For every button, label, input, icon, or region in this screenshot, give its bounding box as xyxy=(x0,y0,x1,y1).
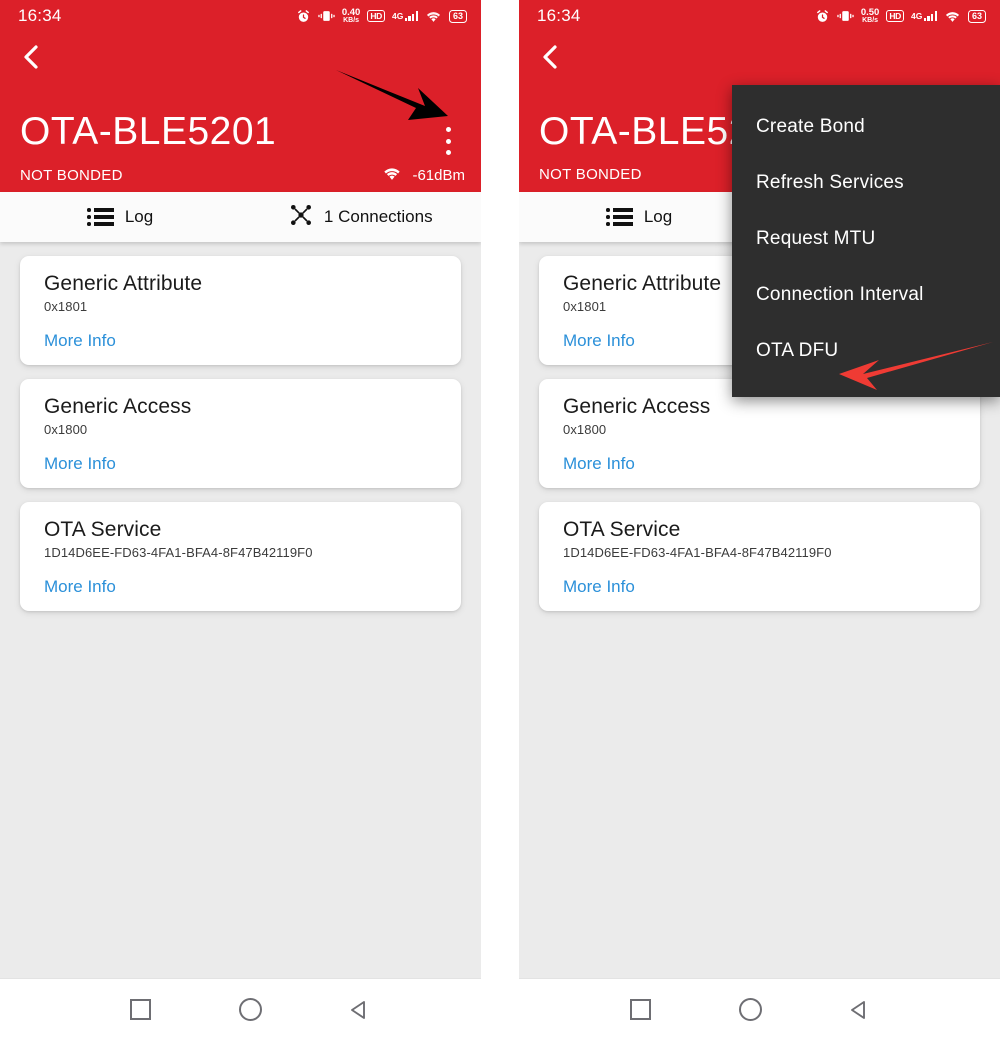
tab-log-label: Log xyxy=(643,207,673,226)
battery-icon: 63 xyxy=(967,9,986,23)
tab-log-label: Log xyxy=(124,207,154,226)
status-bar-left: 16:34 0.40 KB/s HD 4G 63 xyxy=(0,0,481,32)
status-bar-right: 16:34 0.50 KB/s HD 4G 63 xyxy=(519,0,1000,32)
service-card[interactable]: Generic Attribute 0x1801 More Info xyxy=(20,256,461,365)
signal-bars xyxy=(404,11,418,21)
recents-button[interactable] xyxy=(618,988,662,1032)
wifi-icon xyxy=(944,10,961,23)
circle-icon xyxy=(738,998,762,1021)
square-icon xyxy=(129,999,151,1020)
service-card[interactable]: Generic Access 0x1800 More Info xyxy=(20,379,461,488)
service-title: Generic Attribute xyxy=(44,272,203,295)
status-icons: 0.40 KB/s HD 4G 63 xyxy=(296,8,467,25)
battery-icon: 63 xyxy=(448,9,467,23)
status-badge: NOT BONDED xyxy=(20,167,123,184)
nav-group-left xyxy=(0,979,500,1040)
rssi-indicator: -61dBm xyxy=(382,166,465,185)
back-button[interactable] xyxy=(338,988,382,1032)
tab-connections-label: 1 Connections xyxy=(323,207,433,226)
back-button[interactable] xyxy=(838,988,882,1032)
overflow-menu-button[interactable] xyxy=(437,124,459,158)
service-title: Generic Access xyxy=(563,395,711,418)
home-button[interactable] xyxy=(228,988,272,1032)
service-title: OTA Service xyxy=(44,518,162,541)
menu-item-create-bond[interactable]: Create Bond xyxy=(732,99,1000,155)
kebab-dot xyxy=(445,127,451,132)
rssi-value: -61dBm xyxy=(412,167,465,184)
hd-icon: HD xyxy=(367,9,386,23)
chevron-left-icon xyxy=(543,45,557,69)
service-title: Generic Access xyxy=(44,395,192,418)
panel-divider xyxy=(481,0,519,1040)
more-info-link[interactable]: More Info xyxy=(44,331,461,351)
tab-log[interactable]: Log xyxy=(519,207,760,227)
service-uuid: 1D14D6EE-FD63-4FA1-BFA4-8F47B42119F0 xyxy=(44,545,313,560)
tab-bar-left: Log 1 Connections xyxy=(0,192,481,242)
alarm-icon xyxy=(815,9,830,24)
signal-strength-icon xyxy=(382,166,402,185)
more-info-link[interactable]: More Info xyxy=(44,577,461,597)
page-title: OTA-BLE5201 xyxy=(20,110,277,153)
screenshot-stage: 16:34 0.40 KB/s HD 4G 63 OTA-BLE5201 NOT… xyxy=(0,0,1000,1040)
signal-icon: 4G xyxy=(392,11,418,21)
recents-button[interactable] xyxy=(118,988,162,1032)
net-speed-unit: KB/s xyxy=(343,17,360,25)
menu-item-refresh-services[interactable]: Refresh Services xyxy=(732,155,1000,211)
network-type-label: 4G xyxy=(392,10,404,21)
service-card[interactable]: OTA Service 1D14D6EE-FD63-4FA1-BFA4-8F47… xyxy=(539,502,980,611)
tab-log[interactable]: Log xyxy=(0,207,241,227)
net-speed-value: 0.50 xyxy=(860,6,880,18)
service-uuid: 0x1800 xyxy=(563,422,607,437)
more-info-link[interactable]: More Info xyxy=(563,577,980,597)
service-list-left: Generic Attribute 0x1801 More Info Gener… xyxy=(0,242,481,980)
triangle-left-icon xyxy=(351,1000,365,1019)
service-card[interactable]: OTA Service 1D14D6EE-FD63-4FA1-BFA4-8F47… xyxy=(20,502,461,611)
vibrate-icon xyxy=(318,9,335,23)
more-info-link[interactable]: More Info xyxy=(44,454,461,474)
hd-icon: HD xyxy=(886,9,905,23)
tab-connections[interactable]: 1 Connections xyxy=(241,203,482,232)
status-icons: 0.50 KB/s HD 4G 63 xyxy=(815,8,986,25)
net-speed-unit: KB/s xyxy=(862,17,879,25)
back-navigation-button[interactable] xyxy=(18,42,58,82)
service-title: OTA Service xyxy=(563,518,681,541)
kebab-dot xyxy=(445,138,451,144)
home-button[interactable] xyxy=(728,988,772,1032)
net-speed-value: 0.40 xyxy=(341,6,361,18)
wifi-icon xyxy=(425,10,442,23)
app-bar-left: OTA-BLE5201 NOT BONDED -61dBm xyxy=(0,32,481,192)
network-type-label: 4G xyxy=(911,10,923,21)
signal-bars xyxy=(923,11,937,21)
bond-status-row: NOT BONDED -61dBm xyxy=(20,166,465,185)
signal-icon: 4G xyxy=(911,11,937,21)
chevron-left-icon xyxy=(24,45,38,69)
connections-hub-icon xyxy=(289,203,313,232)
service-uuid: 0x1800 xyxy=(44,422,88,437)
circle-icon xyxy=(238,998,262,1021)
left-screenshot-panel: 16:34 0.40 KB/s HD 4G 63 OTA-BLE5201 NOT… xyxy=(0,0,481,1040)
kebab-dot xyxy=(445,150,451,155)
menu-item-request-mtu[interactable]: Request MTU xyxy=(732,211,1000,267)
list-icon xyxy=(87,208,114,226)
square-icon xyxy=(629,999,651,1020)
alarm-icon xyxy=(296,9,311,24)
status-clock: 16:34 xyxy=(537,6,581,25)
list-icon xyxy=(606,208,633,226)
overflow-dropdown-menu: Create Bond Refresh Services Request MTU… xyxy=(732,85,1000,397)
status-badge: NOT BONDED xyxy=(539,166,642,183)
service-uuid: 1D14D6EE-FD63-4FA1-BFA4-8F47B42119F0 xyxy=(563,545,832,560)
service-uuid: 0x1801 xyxy=(44,299,88,314)
triangle-left-icon xyxy=(851,1000,865,1019)
back-navigation-button[interactable] xyxy=(537,42,577,82)
network-speed-icon: 0.40 KB/s xyxy=(342,8,361,25)
menu-item-ota-dfu[interactable]: OTA DFU xyxy=(732,323,1000,379)
status-clock: 16:34 xyxy=(18,6,62,25)
menu-item-connection-interval[interactable]: Connection Interval xyxy=(732,267,1000,323)
network-speed-icon: 0.50 KB/s xyxy=(861,8,880,25)
vibrate-icon xyxy=(837,9,854,23)
more-info-link[interactable]: More Info xyxy=(563,454,980,474)
nav-group-right xyxy=(500,979,1000,1040)
right-screenshot-panel: 16:34 0.50 KB/s HD 4G 63 OTA-BLE5201 NOT… xyxy=(519,0,1000,1040)
